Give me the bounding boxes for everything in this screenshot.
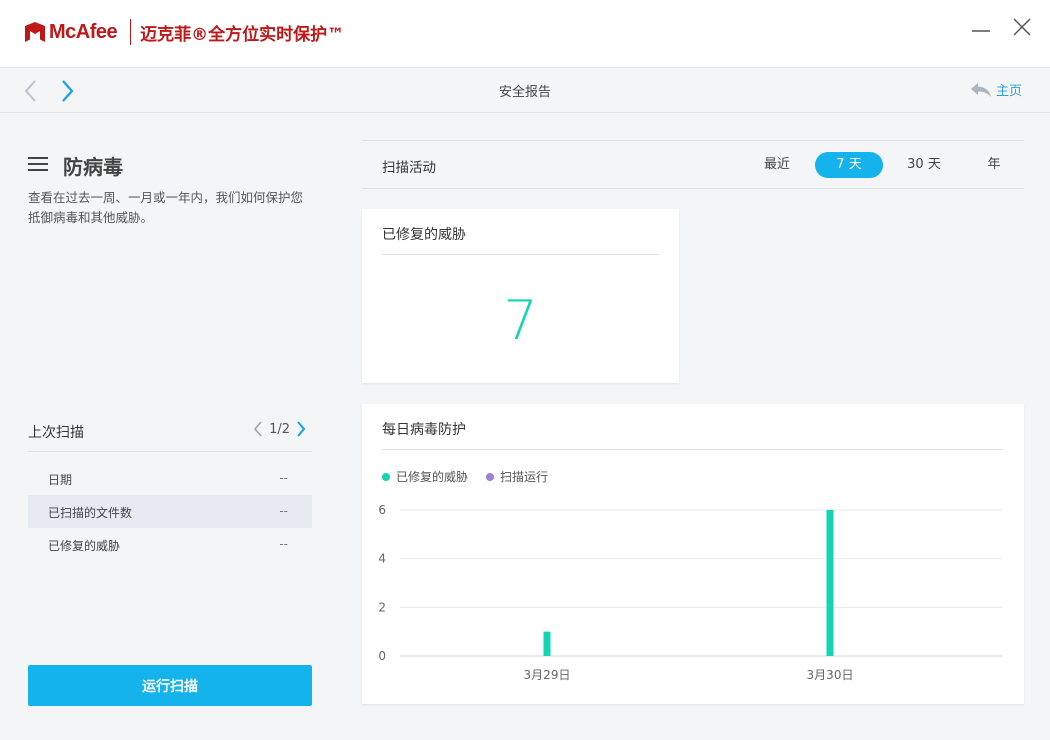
x-tick-label: 3月30日 <box>807 668 854 682</box>
run-scan-button[interactable]: 运行扫描 <box>28 665 312 706</box>
pager-text: 1/2 <box>269 421 290 437</box>
reply-arrow-icon <box>971 82 991 97</box>
scan-row-value: -- <box>279 471 288 485</box>
last-scan-pager: 1/2 <box>251 420 308 438</box>
tab-30-days[interactable]: 30 天 <box>898 152 950 178</box>
pager-next-icon[interactable] <box>294 420 308 438</box>
daily-protection-chart: 0 2 4 6 3月29日 3月30日 <box>378 503 1002 682</box>
close-icon[interactable] <box>1009 14 1035 40</box>
bar-threats <box>543 631 551 656</box>
x-tick-label: 3月29日 <box>524 668 571 682</box>
scan-row-value: -- <box>279 504 288 518</box>
mcafee-logo: McAfee 迈克菲®全方位实时保护™ <box>24 18 344 46</box>
threats-fixed-count: 7 <box>503 289 538 352</box>
y-tick-label: 4 <box>378 552 386 566</box>
home-label: 主页 <box>996 84 1023 99</box>
y-tick-label: 0 <box>378 649 386 663</box>
scan-row-label: 已扫描的文件数 <box>48 506 133 520</box>
scan-row-threats: 已修复的威胁 -- <box>28 528 312 561</box>
product-name: 迈克菲®全方位实时保护™ <box>140 24 345 45</box>
scan-activity-title: 扫描活动 <box>382 160 436 176</box>
threats-card-title: 已修复的威胁 <box>382 227 466 243</box>
card-divider <box>382 254 659 255</box>
logo-separator <box>130 19 132 45</box>
last-scan-header: 上次扫描 1/2 <box>28 420 312 452</box>
minimize-icon[interactable] <box>968 14 994 40</box>
section-description: 查看在过去一周、一月或一年内，我们如何保护您抵御病毒和其他威胁。 <box>28 190 304 225</box>
nav-bar: 安全报告 主页 <box>0 68 1050 113</box>
pager-prev-icon[interactable] <box>251 420 265 438</box>
home-link[interactable]: 主页 <box>970 80 1022 99</box>
scan-row-files: 已扫描的文件数 -- <box>28 495 312 528</box>
y-tick-label: 2 <box>378 600 386 614</box>
tab-year[interactable]: 年 <box>974 152 1014 178</box>
tab-recent[interactable]: 最近 <box>752 152 802 178</box>
hamburger-menu-icon[interactable] <box>28 156 48 172</box>
last-scan-title: 上次扫描 <box>28 425 84 441</box>
bar-threats <box>826 510 834 656</box>
page-title: 安全报告 <box>498 85 551 100</box>
daily-protection-card: 每日病毒防护 已修复的威胁 扫描运行 0 2 4 6 3月29日 3月30日 <box>362 404 1024 704</box>
brand-name: McAfee <box>49 20 118 43</box>
mcafee-shield-icon <box>25 22 45 42</box>
threats-fixed-card: 已修复的威胁 7 <box>362 209 679 383</box>
section-title: 防病毒 <box>63 155 123 179</box>
scan-row-label: 日期 <box>48 473 73 487</box>
y-tick-label: 6 <box>378 503 386 517</box>
scan-row-date: 日期 -- <box>28 462 312 495</box>
scan-row-value: -- <box>279 537 288 551</box>
tab-7-days[interactable]: 7 天 <box>815 152 883 178</box>
scan-row-label: 已修复的威胁 <box>48 539 121 553</box>
scan-activity-bar: 扫描活动 最近 7 天 30 天 年 <box>362 140 1024 189</box>
title-bar: McAfee 迈克菲®全方位实时保护™ <box>0 0 1050 68</box>
